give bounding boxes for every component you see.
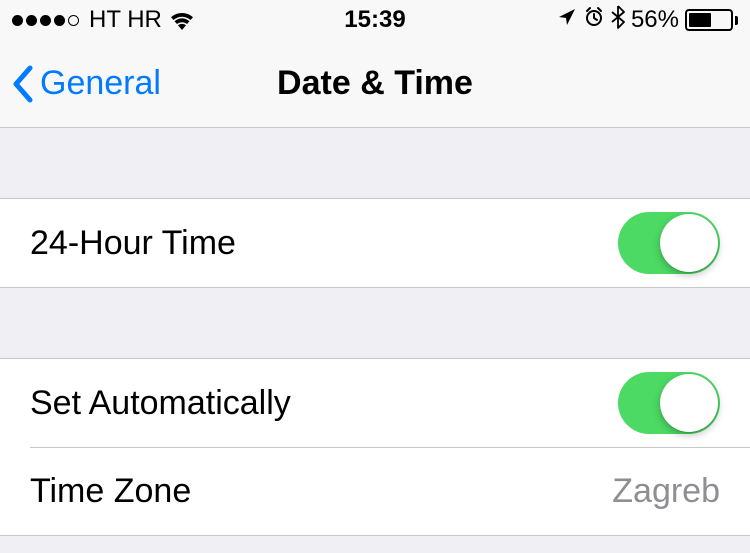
back-button[interactable]: General	[10, 64, 161, 104]
toggle-knob	[660, 374, 718, 432]
row-time-zone[interactable]: Time Zone Zagreb	[0, 447, 750, 535]
toggle-knob	[660, 214, 718, 272]
battery-icon	[685, 9, 738, 31]
row-value-time-zone: Zagreb	[612, 472, 720, 511]
row-label-set-automatically: Set Automatically	[30, 384, 291, 423]
row-set-automatically: Set Automatically	[0, 359, 750, 447]
status-right: 56%	[557, 5, 738, 36]
battery-fill	[689, 13, 711, 27]
row-24-hour-time: 24-Hour Time	[0, 199, 750, 287]
status-left: HT HR	[12, 6, 196, 34]
settings-group-2: Set Automatically Time Zone Zagreb	[0, 358, 750, 536]
row-label-time-zone: Time Zone	[30, 472, 191, 511]
location-icon	[557, 6, 577, 34]
settings-group-1: 24-Hour Time	[0, 198, 750, 288]
wifi-icon	[168, 10, 196, 30]
carrier-label: HT HR	[89, 6, 162, 34]
page-title: Date & Time	[277, 64, 473, 103]
battery-percent-label: 56%	[631, 6, 679, 34]
chevron-left-icon	[10, 64, 34, 104]
row-label-24-hour: 24-Hour Time	[30, 224, 236, 263]
signal-strength-icon	[12, 15, 79, 26]
toggle-24-hour-time[interactable]	[618, 212, 720, 274]
navigation-bar: General Date & Time	[0, 40, 750, 128]
alarm-icon	[583, 6, 605, 35]
status-time: 15:39	[344, 6, 405, 34]
bluetooth-icon	[611, 5, 625, 36]
back-label: General	[40, 64, 161, 103]
group-spacer	[0, 288, 750, 358]
group-spacer	[0, 128, 750, 198]
status-bar: HT HR 15:39 56%	[0, 0, 750, 40]
toggle-set-automatically[interactable]	[618, 372, 720, 434]
